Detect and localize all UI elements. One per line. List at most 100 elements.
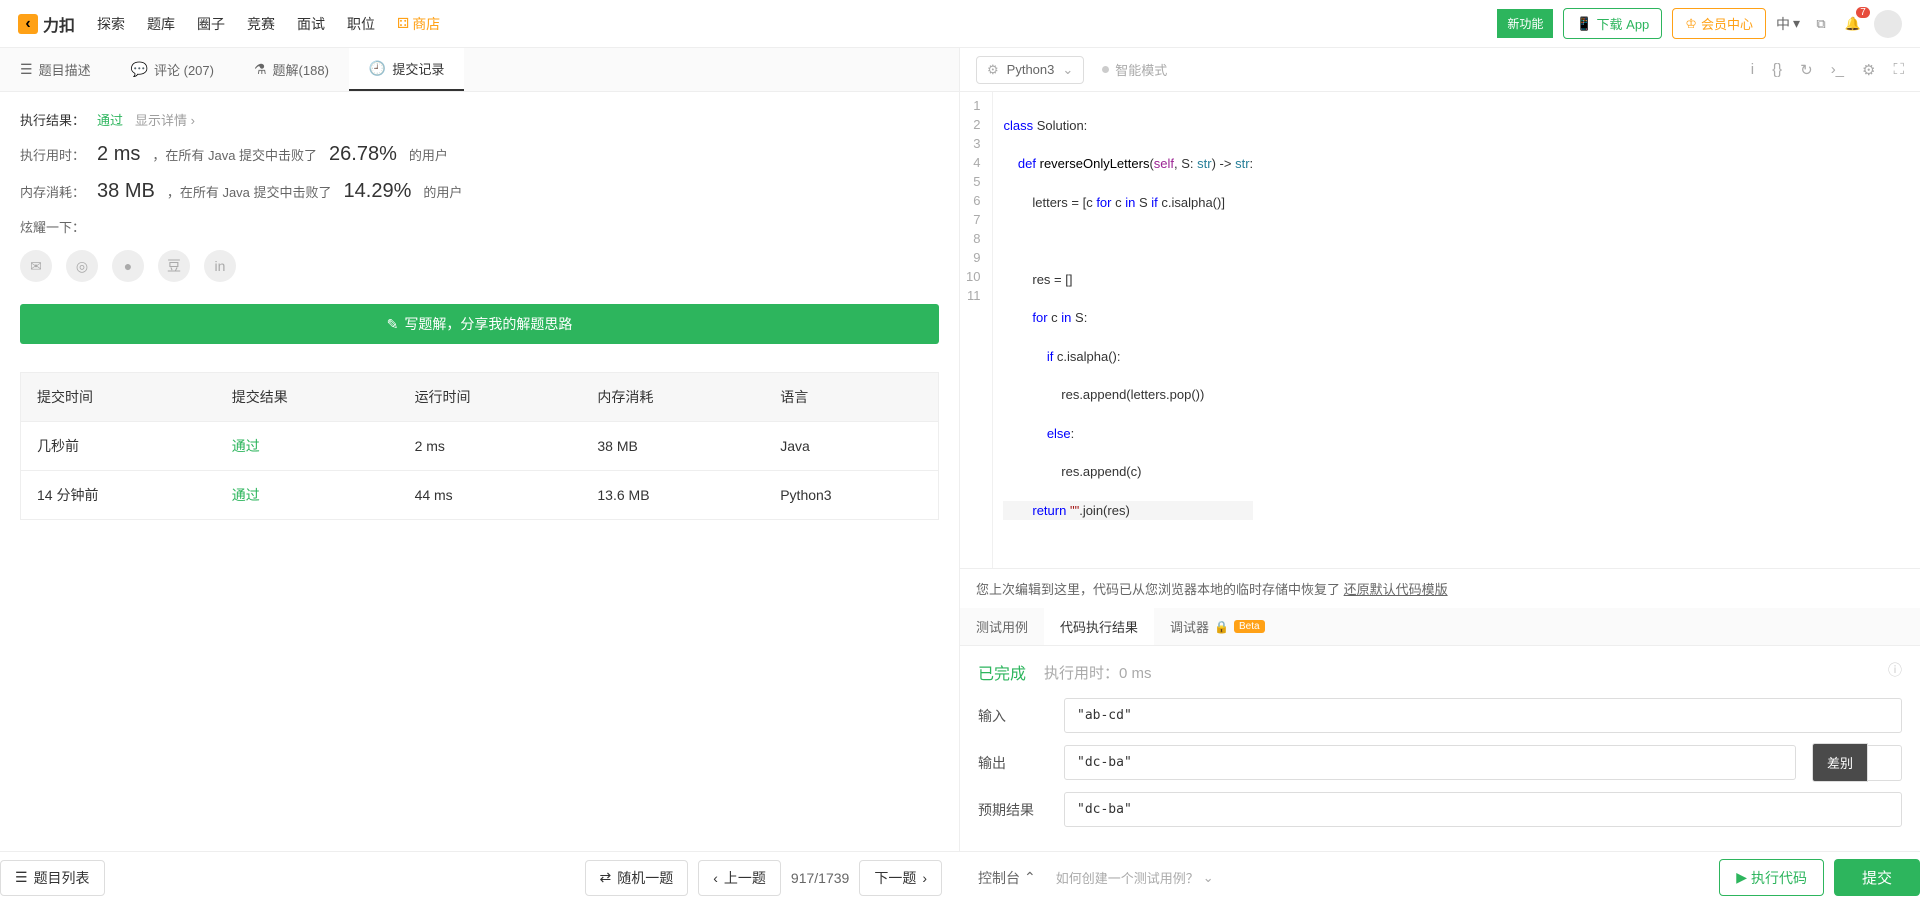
logo[interactable]: ‹ 力扣 (18, 12, 75, 36)
avatar[interactable] (1874, 10, 1902, 38)
tab-test-result[interactable]: 代码执行结果 (1044, 608, 1154, 645)
share-wechat-icon[interactable]: ✉ (20, 250, 52, 282)
restore-bar: 您上次编辑到这里，代码已从您浏览器本地的临时存储中恢复了 还原默认代码模版 (960, 568, 1920, 608)
play-icon: ▶ (1736, 869, 1747, 886)
settings-icon: ⚙ (987, 62, 999, 78)
refresh-icon[interactable]: ↻ (1800, 61, 1813, 79)
editor-toolbar: ⚙ Python3 ⌄ 智能模式 i {} ↻ ›_ ⚙ ⛶ (960, 48, 1920, 92)
chevron-right-icon: › (922, 870, 927, 886)
header-left: ‹ 力扣 探索 题库 圈子 竞赛 面试 职位 ⚃ 商店 (18, 12, 440, 36)
restore-default-link[interactable]: 还原默认代码模版 (1344, 582, 1448, 597)
problem-counter: 917/1739 (791, 870, 849, 886)
share-qq-icon[interactable]: ● (112, 250, 144, 282)
th-result: 提交结果 (216, 373, 399, 422)
nav-contest[interactable]: 竞赛 (247, 14, 275, 34)
notification-count: 7 (1856, 7, 1870, 18)
gear-icon[interactable]: ⚙ (1862, 61, 1875, 79)
memory-value: 38 MB (97, 180, 155, 203)
smart-mode[interactable]: 智能模式 (1102, 60, 1167, 79)
brag-label: 炫耀一下： (20, 217, 85, 236)
table-row[interactable]: 14 分钟前 通过 44 ms 13.6 MB Python3 (21, 471, 939, 520)
beta-badge: Beta (1234, 620, 1265, 633)
playground-icon[interactable]: ⧉ (1810, 13, 1832, 35)
run-code-button[interactable]: ▶执行代码 (1719, 859, 1824, 896)
code-editor[interactable]: 1234567891011 class Solution: def revers… (960, 92, 1920, 568)
submissions-table: 提交时间 提交结果 运行时间 内存消耗 语言 几秒前 通过 2 ms 38 MB… (20, 372, 939, 520)
left-panel: ☰题目描述 💬评论 (207) ⚗题解(188) 🕘提交记录 执行结果： 通过 … (0, 48, 960, 851)
result-card: 执行结果： 通过 显示详情 › 执行用时： 2 ms ，在所有 Java 提交中… (20, 110, 939, 344)
tab-solutions[interactable]: ⚗题解(188) (234, 48, 349, 91)
logo-text: 力扣 (43, 12, 75, 36)
share-weibo-icon[interactable]: ◎ (66, 250, 98, 282)
test-status: 已完成 (978, 660, 1026, 684)
result-link[interactable]: 通过 (232, 487, 260, 503)
prev-button[interactable]: ‹上一题 (698, 860, 781, 896)
notifications-icon[interactable]: 🔔7 (1842, 13, 1864, 35)
memory-label: 内存消耗： (20, 182, 85, 201)
editor-tools: i {} ↻ ›_ ⚙ ⛶ (1751, 61, 1904, 79)
result-status: 通过 (97, 110, 123, 129)
diff-toggle[interactable]: 差别 (1812, 743, 1902, 782)
member-center-button[interactable]: ♔ 会员中心 (1672, 8, 1766, 39)
help-icon[interactable]: ⓘ (1888, 660, 1902, 680)
result-link[interactable]: 通过 (232, 438, 260, 454)
tab-submissions[interactable]: 🕘提交记录 (349, 48, 464, 91)
tab-debugger[interactable]: 调试器 🔒 Beta (1154, 608, 1281, 645)
language-select[interactable]: ⚙ Python3 ⌄ (976, 56, 1084, 84)
expected-box: "dc-ba" (1064, 792, 1902, 827)
download-app-button[interactable]: 📱 下载 App (1563, 8, 1662, 39)
nav-interview[interactable]: 面试 (297, 14, 325, 34)
new-feature-badge[interactable]: 新功能 (1497, 9, 1553, 38)
chevron-down-icon: ⌄ (1062, 62, 1073, 78)
bottom-bar: ☰题目列表 ⇄随机一题 ‹上一题 917/1739 下一题› 控制台⌃ 如何创建… (0, 851, 1920, 903)
chevron-down-icon: ⌄ (1203, 870, 1214, 886)
info-icon[interactable]: i (1751, 61, 1754, 79)
phone-icon: 📱 (1576, 16, 1592, 32)
fullscreen-icon[interactable]: ⛶ (1893, 61, 1904, 79)
clock-icon: 🕘 (369, 60, 386, 77)
nav-explore[interactable]: 探索 (97, 14, 125, 34)
random-button[interactable]: ⇄随机一题 (585, 860, 689, 896)
table-row[interactable]: 几秒前 通过 2 ms 38 MB Java (21, 422, 939, 471)
next-button[interactable]: 下一题› (859, 860, 942, 896)
th-lang: 语言 (764, 373, 938, 422)
braces-icon[interactable]: {} (1772, 61, 1782, 79)
share-linkedin-icon[interactable]: in (204, 250, 236, 282)
terminal-icon[interactable]: ›_ (1831, 61, 1844, 79)
share-douban-icon[interactable]: 豆 (158, 250, 190, 282)
nav-problems[interactable]: 题库 (147, 14, 175, 34)
test-result-panel: ⓘ 已完成 执行用时：0 ms 输入 "ab-cd" 输出 "dc-ba" 差别… (960, 646, 1920, 851)
logo-icon: ‹ (18, 14, 38, 34)
tab-description[interactable]: ☰题目描述 (0, 48, 111, 91)
problem-list-button[interactable]: ☰题目列表 (0, 860, 105, 896)
write-solution-button[interactable]: ✎ 写题解，分享我的解题思路 (20, 304, 939, 344)
flask-icon: ⚗ (254, 61, 267, 78)
nav-store[interactable]: ⚃ 商店 (397, 14, 440, 34)
test-time: 执行用时：0 ms (1044, 662, 1152, 683)
th-time: 提交时间 (21, 373, 216, 422)
pencil-icon: ✎ (387, 316, 399, 333)
show-detail-link[interactable]: 显示详情 › (135, 110, 195, 129)
howto-link[interactable]: 如何创建一个测试用例？⌄ (1056, 868, 1214, 887)
output-label: 输出 (978, 753, 1048, 773)
chevron-down-icon: ⌃ (1024, 869, 1036, 886)
language-selector[interactable]: 中 ▾ (1776, 14, 1800, 34)
problem-tabs: ☰题目描述 💬评论 (207) ⚗题解(188) 🕘提交记录 (0, 48, 959, 92)
chevron-down-icon: ▾ (1793, 15, 1800, 32)
input-box[interactable]: "ab-cd" (1064, 698, 1902, 733)
console-toggle[interactable]: 控制台⌃ (978, 868, 1036, 888)
th-runtime: 运行时间 (399, 373, 582, 422)
comment-icon: 💬 (131, 61, 148, 78)
tab-comments[interactable]: 💬评论 (207) (111, 48, 234, 91)
header-right: 新功能 📱 下载 App ♔ 会员中心 中 ▾ ⧉ 🔔7 (1497, 8, 1902, 39)
tab-testcases[interactable]: 测试用例 (960, 608, 1044, 645)
nav-jobs[interactable]: 职位 (347, 14, 375, 34)
shuffle-icon: ⇄ (600, 869, 612, 886)
line-numbers: 1234567891011 (960, 92, 993, 568)
share-row: ✉ ◎ ● 豆 in (20, 250, 939, 282)
code-area[interactable]: class Solution: def reverseOnlyLetters(s… (993, 92, 1263, 568)
toggle-switch[interactable] (1868, 745, 1902, 781)
chevron-left-icon: ‹ (713, 870, 718, 886)
nav-circle[interactable]: 圈子 (197, 14, 225, 34)
submit-button[interactable]: 提交 (1834, 859, 1920, 896)
